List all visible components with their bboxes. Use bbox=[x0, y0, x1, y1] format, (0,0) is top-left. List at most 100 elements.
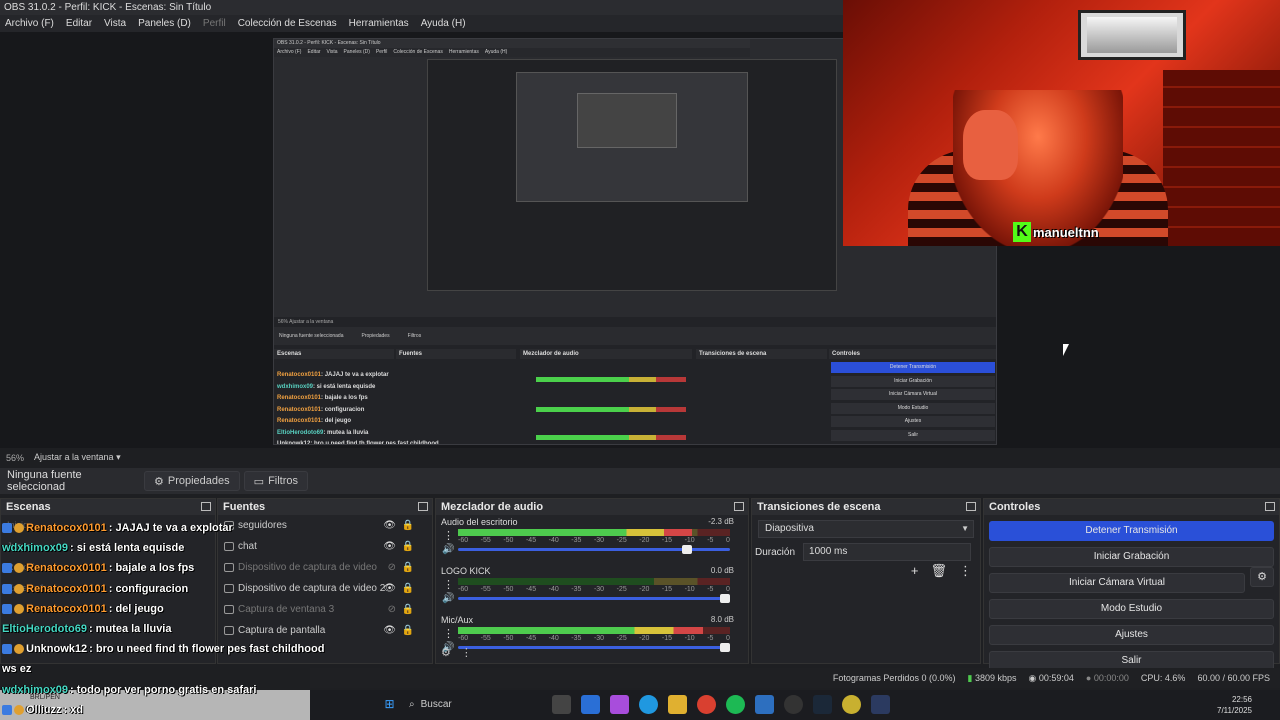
nested-chat-message: : si está lenta equisde bbox=[313, 383, 376, 390]
nested-chat-line: Renatocox0101: configuracion bbox=[277, 407, 364, 413]
eye-icon[interactable]: 👁 bbox=[383, 520, 396, 531]
level-meter bbox=[458, 627, 730, 634]
menu-item[interactable]: Herramientas bbox=[349, 18, 409, 29]
volume-slider[interactable] bbox=[458, 594, 730, 603]
scale-tick: -50 bbox=[503, 635, 514, 642]
broadcast-icon: ◉ bbox=[1028, 672, 1037, 683]
scale-tick: -40 bbox=[548, 537, 559, 544]
menu-item[interactable]: Perfil bbox=[203, 18, 226, 29]
volume-slider[interactable] bbox=[458, 545, 730, 554]
add-icon[interactable]: + bbox=[911, 563, 919, 579]
spotify-icon[interactable] bbox=[725, 695, 745, 714]
mixer-channel: Mic/Aux 8.0 dB -60 -55 -50 -45 -40 -35 -30 -25 -20… bbox=[436, 613, 748, 662]
virtual-camera-settings-icon[interactable]: ⚙ bbox=[1250, 567, 1274, 587]
windows-start-icon[interactable]: ⊞ bbox=[380, 695, 399, 714]
duration-input[interactable]: 1000 ms bbox=[803, 543, 972, 561]
stop-stream-button[interactable]: Detener Transmisión bbox=[989, 521, 1274, 541]
kick-logo-icon: K bbox=[1013, 222, 1031, 242]
nested-chat-line: Renatocox0101: bajale a los fps bbox=[277, 395, 368, 401]
chat-message: : mutea la lluvia bbox=[88, 623, 172, 635]
channel-menu-icon[interactable]: ⋮ bbox=[443, 529, 454, 542]
menu-item[interactable]: Archivo (F) bbox=[5, 18, 54, 29]
speaker-icon[interactable]: 🔊 bbox=[442, 544, 454, 555]
taskbar-icons: ⊞ ⌕ Buscar bbox=[380, 695, 890, 714]
volume-knob[interactable] bbox=[720, 643, 730, 652]
menu-item[interactable]: Editar bbox=[66, 18, 92, 29]
menu-item[interactable]: Vista bbox=[104, 18, 126, 29]
nested-menu-item: Vista bbox=[326, 49, 338, 55]
level-fill bbox=[458, 627, 703, 634]
undock-icon[interactable] bbox=[201, 502, 211, 511]
zoom-mode-dropdown[interactable]: Ajustar a la ventana ▾ bbox=[34, 452, 121, 463]
speaker-icon[interactable]: 🔊 bbox=[442, 593, 454, 604]
chat-message: : si está lenta equisde bbox=[70, 542, 185, 555]
obs-icon[interactable] bbox=[783, 695, 803, 714]
lock-icon[interactable]: 🔒 bbox=[402, 604, 414, 615]
eye-off-icon[interactable]: ⊘ bbox=[388, 562, 396, 573]
terminal-icon[interactable] bbox=[870, 695, 890, 714]
taskview-icon[interactable] bbox=[551, 695, 571, 714]
kick-name-overlay: K manueltnn bbox=[1013, 222, 1099, 242]
controls-title: Controles bbox=[989, 501, 1041, 513]
nested-menu-item: Colección de Escenas bbox=[393, 49, 443, 55]
nested-head-mixer: Mezclador de audio bbox=[520, 349, 692, 359]
notepad-icon[interactable] bbox=[754, 695, 774, 714]
settings-button[interactable]: Ajustes bbox=[989, 625, 1274, 645]
undock-icon[interactable] bbox=[734, 502, 744, 511]
chrome-icon[interactable] bbox=[696, 695, 716, 714]
channel-menu-icon[interactable]: ⋮ bbox=[443, 578, 454, 591]
menu-item[interactable]: Colección de Escenas bbox=[238, 18, 337, 29]
taskbar-clock[interactable]: 22:56 7/11/2025 bbox=[1217, 694, 1252, 716]
start-virtual-camera-button[interactable]: Iniciar Cámara Virtual bbox=[989, 573, 1245, 593]
chat-line: ws ez bbox=[2, 663, 31, 675]
filters-label: Filtros bbox=[268, 475, 299, 487]
scale-tick: -15 bbox=[661, 635, 673, 642]
folder-icon[interactable] bbox=[667, 695, 687, 714]
lock-icon[interactable]: 🔒 bbox=[402, 541, 414, 552]
eye-icon[interactable]: 👁 bbox=[383, 625, 396, 636]
scale-tick: 0 bbox=[725, 537, 730, 544]
lock-icon[interactable]: 🔒 bbox=[402, 520, 414, 531]
channel-db: 0.0 dB bbox=[710, 566, 734, 575]
scale-tick: -10 bbox=[684, 635, 695, 642]
transition-select[interactable]: Diapositiva ▼ bbox=[758, 520, 974, 538]
duration-label: Duración bbox=[755, 546, 796, 558]
lock-icon[interactable]: 🔒 bbox=[402, 583, 414, 594]
kick-username: manueltnn bbox=[1033, 224, 1099, 240]
nested-capture-4 bbox=[577, 93, 677, 148]
menu-item[interactable]: Paneles (D) bbox=[138, 18, 191, 29]
volume-slider[interactable] bbox=[458, 643, 730, 652]
steam-icon[interactable] bbox=[812, 695, 832, 714]
undock-icon[interactable] bbox=[966, 502, 976, 511]
lock-icon[interactable]: 🔒 bbox=[402, 562, 414, 573]
eye-icon[interactable]: 👁 bbox=[383, 541, 396, 552]
volume-knob[interactable] bbox=[681, 545, 692, 554]
studio-mode-button[interactable]: Modo Estudio bbox=[989, 599, 1274, 619]
menu-item[interactable]: Ayuda (H) bbox=[421, 18, 466, 29]
undock-icon[interactable] bbox=[418, 502, 428, 511]
nested-control-button: Ajustes bbox=[831, 416, 995, 427]
trash-icon[interactable]: 🗑 bbox=[930, 563, 947, 579]
store-icon[interactable] bbox=[580, 695, 600, 714]
channel-menu-icon[interactable]: ⋮ bbox=[443, 627, 454, 640]
scale-tick: -55 bbox=[480, 635, 491, 642]
volume-knob[interactable] bbox=[720, 594, 730, 603]
more-icon[interactable]: ⋮ bbox=[959, 563, 972, 579]
mixer-menu-icon[interactable]: ⋮ bbox=[461, 646, 472, 659]
scale-tick: -55 bbox=[480, 586, 491, 593]
copilot-icon[interactable] bbox=[609, 695, 629, 714]
properties-button[interactable]: ⚙ Propiedades bbox=[144, 471, 240, 491]
eye-icon[interactable]: 👁 bbox=[383, 583, 396, 594]
filters-button[interactable]: ▭ Filtros bbox=[243, 471, 309, 491]
edge-icon[interactable] bbox=[638, 695, 658, 714]
eye-off-icon[interactable]: ⊘ bbox=[388, 604, 396, 615]
nested-control-button: Salir bbox=[831, 429, 995, 441]
mixer-settings-icon[interactable]: ⚙ bbox=[441, 646, 451, 659]
start-recording-button[interactable]: Iniciar Grabación bbox=[989, 547, 1274, 567]
app-icon[interactable] bbox=[841, 695, 861, 714]
undock-icon[interactable] bbox=[1265, 502, 1275, 511]
taskbar-search[interactable]: ⌕ Buscar bbox=[409, 695, 452, 714]
lock-icon[interactable]: 🔒 bbox=[402, 625, 414, 636]
channel-name: Mic/Aux bbox=[441, 615, 474, 625]
nested-control-button: Iniciar Grabación bbox=[831, 375, 995, 387]
